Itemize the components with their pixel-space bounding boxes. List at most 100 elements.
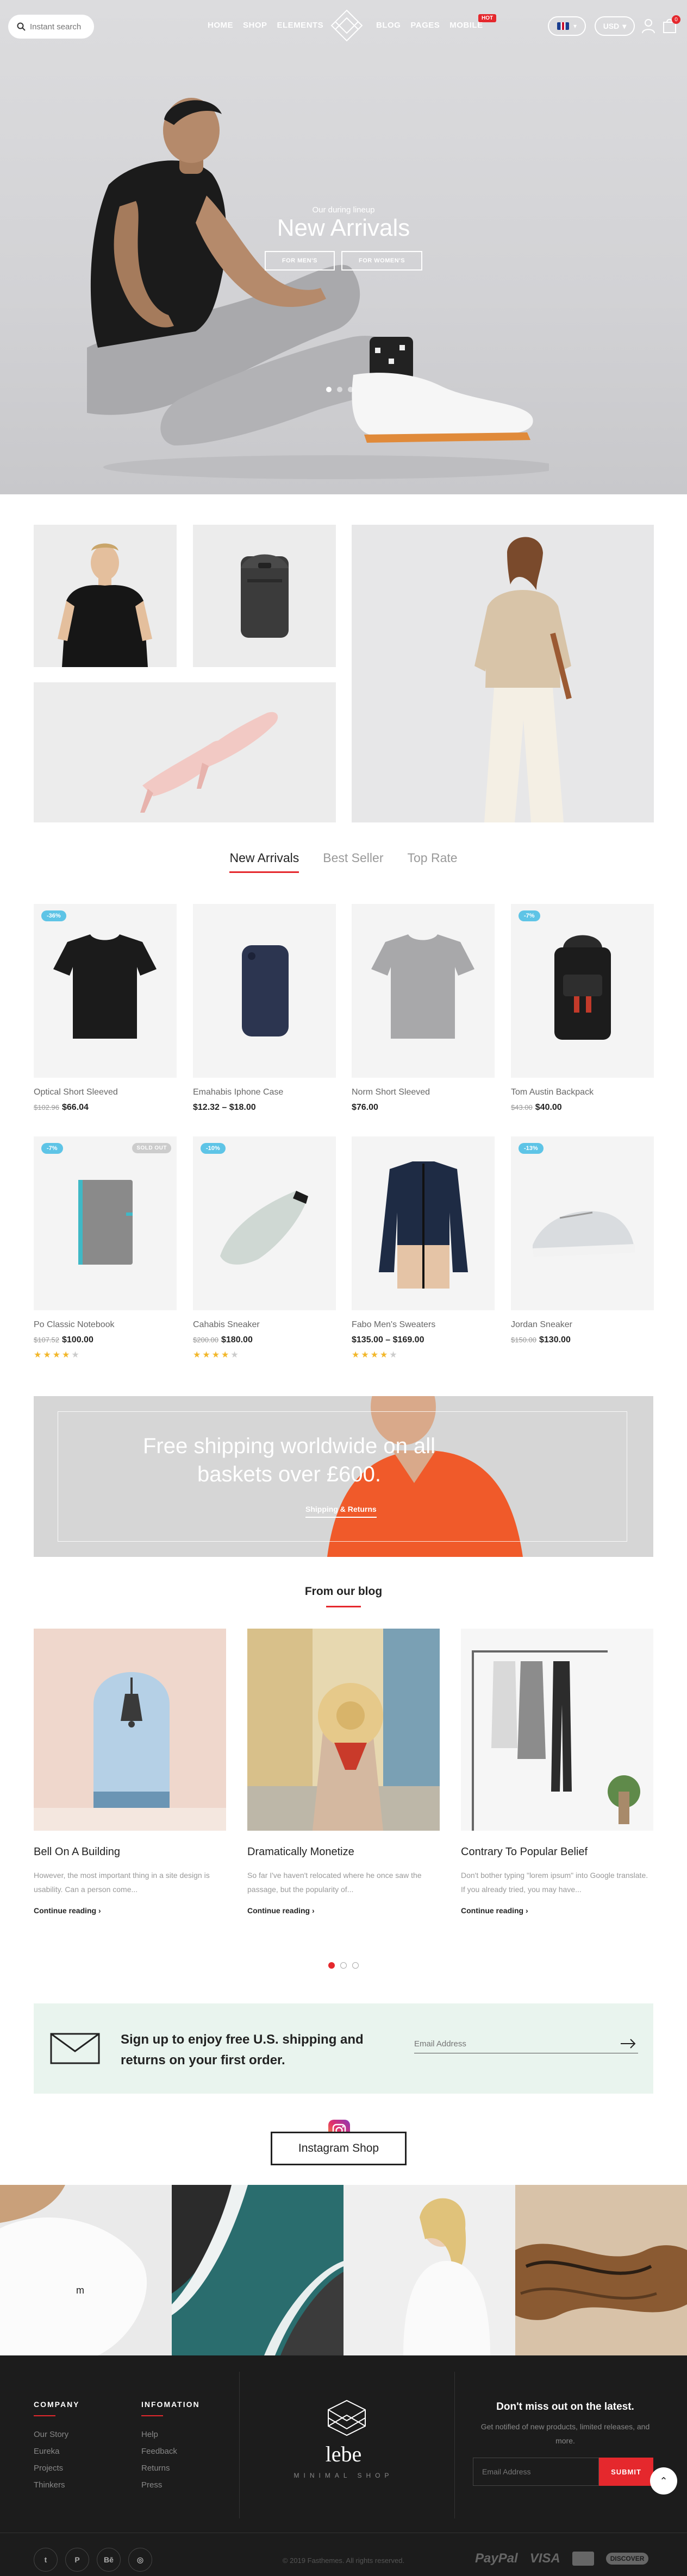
menu-home[interactable]: HOME <box>208 21 233 30</box>
footer-email-input[interactable] <box>473 2458 599 2486</box>
user-icon[interactable] <box>641 18 655 34</box>
currency-selector[interactable]: USD ▾ <box>595 16 635 36</box>
product-image[interactable]: -7% <box>511 904 654 1078</box>
instagram-photo-4[interactable] <box>515 2185 687 2355</box>
star-icon: ★ <box>193 1350 203 1360</box>
product-image[interactable]: -10% <box>193 1136 336 1310</box>
hot-badge: HOT <box>478 14 497 22</box>
product-sneaker-white-image <box>220 1191 308 1265</box>
tab-new-arrivals[interactable]: New Arrivals <box>229 851 299 873</box>
collection-tile-woman[interactable] <box>352 525 654 822</box>
logo-icon[interactable] <box>330 9 364 42</box>
newsletter-text: Sign up to enjoy free U.S. shipping and … <box>121 2032 364 2068</box>
blog-dot-2[interactable] <box>340 1962 347 1969</box>
slider-dot-1[interactable] <box>326 387 332 392</box>
product-card[interactable]: -7% SOLD OUT Po Classic Notebook $107.52 $10… <box>34 1136 177 1360</box>
footer-link-our-story[interactable]: Our Story <box>34 2426 80 2443</box>
slider-dot-3[interactable] <box>348 387 353 392</box>
blog-post-2[interactable]: Dramatically Monetize So far I've haven'… <box>247 1629 440 1916</box>
arrow-right-icon[interactable] <box>621 2038 636 2049</box>
product-card[interactable]: -7% Tom Austin Backpack $43.00 $40.00 <box>511 904 654 1113</box>
product-price: $135.00 – $169.00 <box>352 1335 424 1344</box>
product-name[interactable]: Jordan Sneaker <box>511 1320 654 1330</box>
menu-elements[interactable]: ELEMENTS <box>277 21 324 30</box>
chevron-up-icon: ⌃ <box>659 2475 668 2486</box>
product-price-row: $107.52 $100.00 <box>34 1335 177 1345</box>
product-card[interactable]: Emahabis Iphone Case $12.32 – $18.00 <box>193 904 336 1113</box>
instagram-photo-3[interactable] <box>344 2185 515 2355</box>
menu-shop[interactable]: SHOP <box>243 21 267 30</box>
instagram-photo-2[interactable] <box>172 2185 344 2355</box>
blog-post-2-image[interactable] <box>247 1629 440 1831</box>
star-icon: ★ <box>221 1350 231 1360</box>
product-card[interactable]: -36% Optical Short Sleeved $102.96 $66.04 <box>34 904 177 1113</box>
menu-pages[interactable]: PAGES <box>410 21 440 30</box>
language-selector[interactable]: ▾ <box>548 16 586 36</box>
blog-post-2-continue-link[interactable]: Continue reading › <box>247 1906 315 1915</box>
collection-tile-heels[interactable] <box>34 682 336 822</box>
product-price-row: $102.96 $66.04 <box>34 1103 177 1113</box>
blog-post-2-title[interactable]: Dramatically Monetize <box>247 1846 440 1858</box>
blog-post-3-continue-link[interactable]: Continue reading › <box>461 1906 528 1915</box>
footer-link-help[interactable]: Help <box>141 2426 200 2443</box>
blog-post-3[interactable]: Contrary To Popular Belief Don't bother … <box>461 1629 653 1916</box>
menu-mobile[interactable]: MOBILE <box>449 21 483 30</box>
product-card[interactable]: Fabo Men's Sweaters $135.00 – $169.00 ★★★★… <box>352 1136 495 1360</box>
product-image[interactable] <box>352 904 495 1078</box>
blog-post-3-title[interactable]: Contrary To Popular Belief <box>461 1846 653 1858</box>
tab-best-seller[interactable]: Best Seller <box>323 851 383 865</box>
blog-section-title: From our blog <box>0 1585 687 1607</box>
bell-building-image <box>34 1629 226 1831</box>
tab-top-rate[interactable]: Top Rate <box>407 851 457 865</box>
product-name[interactable]: Cahabis Sneaker <box>193 1320 336 1330</box>
product-image[interactable] <box>193 904 336 1078</box>
blog-post-3-image[interactable] <box>461 1629 653 1831</box>
product-old-price: $43.00 <box>511 1103 533 1111</box>
search-box[interactable] <box>8 15 94 39</box>
product-card[interactable]: -13% Jordan Sneaker $150.00 $130.00 <box>511 1136 654 1345</box>
product-image[interactable] <box>352 1136 495 1310</box>
discount-badge: -7% <box>41 1143 63 1154</box>
blog-post-1-continue-link[interactable]: Continue reading › <box>34 1906 101 1915</box>
for-womens-button[interactable]: FOR WOMEN'S <box>341 251 423 271</box>
footer-newsletter-heading: Don't miss out on the latest. <box>496 2401 634 2412</box>
instagram-photo-1[interactable]: m <box>0 2185 172 2355</box>
star-icon: ★ <box>43 1350 53 1360</box>
star-icon: ★ <box>380 1350 390 1360</box>
blog-post-1-image[interactable] <box>34 1629 226 1831</box>
instagram-shop-button[interactable]: Instagram Shop <box>271 2132 407 2165</box>
collection-tile-backpack[interactable] <box>193 525 336 667</box>
star-icon: ★ <box>202 1350 212 1360</box>
slider-dot-2[interactable] <box>337 387 342 392</box>
menu-blog[interactable]: BLOG <box>376 21 401 30</box>
back-to-top-button[interactable]: ⌃ <box>650 2467 677 2495</box>
paypal-icon: PayPal <box>475 2551 518 2566</box>
search-input[interactable] <box>30 22 90 32</box>
backpack-image <box>241 554 289 638</box>
for-mens-button[interactable]: FOR MEN'S <box>264 251 335 271</box>
blog-post-1[interactable]: Bell On A Building However, the most imp… <box>34 1629 226 1916</box>
footer-logo-icon <box>328 2399 366 2436</box>
product-price: $12.32 – $18.00 <box>193 1103 256 1112</box>
product-image[interactable]: -7% SOLD OUT <box>34 1136 177 1310</box>
product-card[interactable]: Norm Short Sleeved $76.00 <box>352 904 495 1113</box>
product-name[interactable]: Optical Short Sleeved <box>34 1088 177 1097</box>
shipping-returns-link[interactable]: Shipping & Returns <box>305 1505 377 1518</box>
product-phone-case-image <box>242 945 289 1036</box>
product-card[interactable]: -10% Cahabis Sneaker $200.00 $180.00 ★★★★★ <box>193 1136 336 1360</box>
newsletter-email-input[interactable] <box>414 2035 638 2053</box>
product-image[interactable]: -13% <box>511 1136 654 1310</box>
product-name[interactable]: Po Classic Notebook <box>34 1320 177 1330</box>
blog-dot-1[interactable] <box>328 1962 335 1969</box>
product-name[interactable]: Emahabis Iphone Case <box>193 1088 336 1097</box>
blog-post-1-title[interactable]: Bell On A Building <box>34 1846 226 1858</box>
product-image[interactable]: -36% <box>34 904 177 1078</box>
product-price: $130.00 <box>539 1335 571 1344</box>
product-name[interactable]: Fabo Men's Sweaters <box>352 1320 495 1330</box>
product-name[interactable]: Norm Short Sleeved <box>352 1088 495 1097</box>
hero-subtitle: Our during lineup <box>312 205 375 215</box>
collection-tile-tshirt[interactable] <box>34 525 177 667</box>
blog-dot-3[interactable] <box>352 1962 359 1969</box>
footer-submit-button[interactable]: SUBMIT <box>599 2458 653 2486</box>
product-name[interactable]: Tom Austin Backpack <box>511 1088 654 1097</box>
